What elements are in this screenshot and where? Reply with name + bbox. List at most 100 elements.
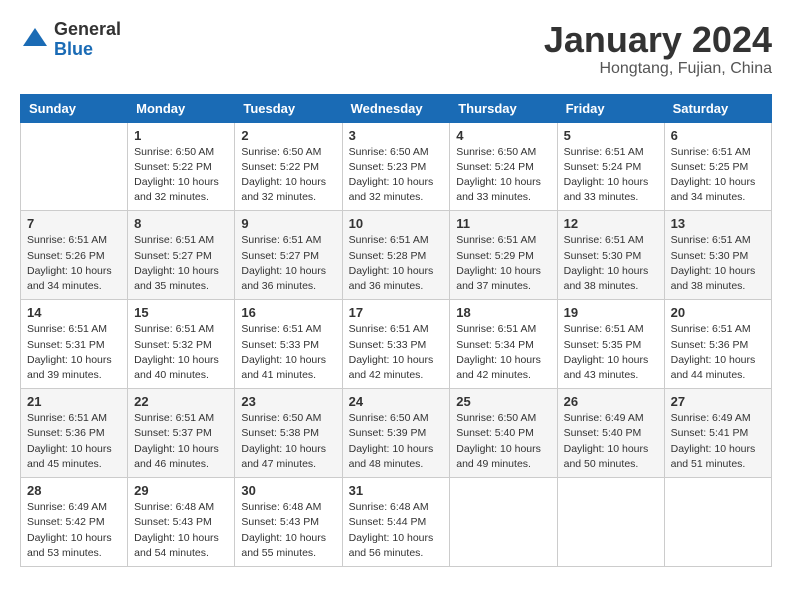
calendar-cell: 26 Sunrise: 6:49 AM Sunset: 5:40 PM Dayli… [557, 389, 664, 478]
day-info: Sunrise: 6:51 AM Sunset: 5:33 PM Dayligh… [241, 322, 335, 383]
day-number: 28 [27, 483, 121, 498]
day-number: 13 [671, 216, 765, 231]
calendar-cell: 15Sunrise: 6:51 AM Sunset: 5:32 PM Dayli… [128, 300, 235, 389]
calendar-cell: 31 Sunrise: 6:48 AM Sunset: 5:44 PM Dayli… [342, 478, 450, 567]
calendar-cell: 22 Sunrise: 6:51 AM Sunset: 5:37 PM Dayli… [128, 389, 235, 478]
calendar-cell: 8 Sunrise: 6:51 AM Sunset: 5:27 PM Daylig… [128, 211, 235, 300]
day-number: 25 [456, 394, 550, 409]
day-number: 26 [564, 394, 658, 409]
day-info: Sunrise: 6:51 AM Sunset: 5:36 PM Dayligh… [671, 322, 765, 383]
calendar-cell [450, 478, 557, 567]
day-number: 14 [27, 305, 121, 320]
calendar-cell: 1 Sunrise: 6:50 AM Sunset: 5:22 PM Daylig… [128, 122, 235, 211]
day-number: 22 [134, 394, 228, 409]
calendar-cell: 19 Sunrise: 6:51 AM Sunset: 5:35 PM Dayli… [557, 300, 664, 389]
day-header-sunday: Sunday [21, 94, 128, 122]
day-header-friday: Friday [557, 94, 664, 122]
day-number: 2 [241, 128, 335, 143]
day-info: Sunrise: 6:48 AM Sunset: 5:44 PM Dayligh… [349, 500, 444, 561]
day-info: Sunrise: 6:51 AM Sunset: 5:35 PM Dayligh… [564, 322, 658, 383]
calendar-cell: 18Sunrise: 6:51 AM Sunset: 5:34 PM Dayli… [450, 300, 557, 389]
day-info: Sunrise: 6:50 AM Sunset: 5:39 PM Dayligh… [349, 411, 444, 472]
day-info: Sunrise: 6:50 AM Sunset: 5:24 PM Dayligh… [456, 145, 550, 206]
day-number: 31 [349, 483, 444, 498]
calendar-cell: 7 Sunrise: 6:51 AM Sunset: 5:26 PM Daylig… [21, 211, 128, 300]
calendar-cell: 20 Sunrise: 6:51 AM Sunset: 5:36 PM Dayli… [664, 300, 771, 389]
day-number: 20 [671, 305, 765, 320]
logo-blue-text: Blue [54, 40, 121, 60]
day-info: Sunrise: 6:51 AM Sunset: 5:27 PM Dayligh… [241, 233, 335, 294]
day-info: Sunrise: 6:51 AM Sunset: 5:30 PM Dayligh… [564, 233, 658, 294]
calendar-cell: 4 Sunrise: 6:50 AM Sunset: 5:24 PM Daylig… [450, 122, 557, 211]
month-title: January 2024 [544, 20, 772, 60]
calendar-cell: 10Sunrise: 6:51 AM Sunset: 5:28 PM Dayli… [342, 211, 450, 300]
day-info: Sunrise: 6:49 AM Sunset: 5:40 PM Dayligh… [564, 411, 658, 472]
week-row-4: 21 Sunrise: 6:51 AM Sunset: 5:36 PM Dayli… [21, 389, 772, 478]
calendar-cell: 16 Sunrise: 6:51 AM Sunset: 5:33 PM Dayli… [235, 300, 342, 389]
logo-general-text: General [54, 20, 121, 40]
day-header-thursday: Thursday [450, 94, 557, 122]
day-number: 19 [564, 305, 658, 320]
day-number: 5 [564, 128, 658, 143]
day-number: 7 [27, 216, 121, 231]
day-number: 9 [241, 216, 335, 231]
day-header-saturday: Saturday [664, 94, 771, 122]
calendar-table: SundayMondayTuesdayWednesdayThursdayFrid… [20, 94, 772, 567]
day-info: Sunrise: 6:49 AM Sunset: 5:42 PM Dayligh… [27, 500, 121, 561]
day-info: Sunrise: 6:51 AM Sunset: 5:24 PM Dayligh… [564, 145, 658, 206]
day-number: 30 [241, 483, 335, 498]
calendar-cell [664, 478, 771, 567]
day-header-monday: Monday [128, 94, 235, 122]
day-info: Sunrise: 6:51 AM Sunset: 5:25 PM Dayligh… [671, 145, 765, 206]
day-info: Sunrise: 6:48 AM Sunset: 5:43 PM Dayligh… [241, 500, 335, 561]
week-row-1: 1 Sunrise: 6:50 AM Sunset: 5:22 PM Daylig… [21, 122, 772, 211]
logo-icon [20, 25, 50, 55]
calendar-cell: 5 Sunrise: 6:51 AM Sunset: 5:24 PM Daylig… [557, 122, 664, 211]
day-header-tuesday: Tuesday [235, 94, 342, 122]
day-info: Sunrise: 6:50 AM Sunset: 5:40 PM Dayligh… [456, 411, 550, 472]
day-number: 6 [671, 128, 765, 143]
day-info: Sunrise: 6:51 AM Sunset: 5:32 PM Dayligh… [134, 322, 228, 383]
calendar-cell: 2Sunrise: 6:50 AM Sunset: 5:22 PM Daylig… [235, 122, 342, 211]
day-number: 1 [134, 128, 228, 143]
calendar-cell [21, 122, 128, 211]
day-number: 16 [241, 305, 335, 320]
calendar-cell: 17Sunrise: 6:51 AM Sunset: 5:33 PM Dayli… [342, 300, 450, 389]
week-row-3: 14 Sunrise: 6:51 AM Sunset: 5:31 PM Dayli… [21, 300, 772, 389]
calendar-cell: 27Sunrise: 6:49 AM Sunset: 5:41 PM Dayli… [664, 389, 771, 478]
day-info: Sunrise: 6:50 AM Sunset: 5:23 PM Dayligh… [349, 145, 444, 206]
day-info: Sunrise: 6:51 AM Sunset: 5:37 PM Dayligh… [134, 411, 228, 472]
calendar-cell: 14 Sunrise: 6:51 AM Sunset: 5:31 PM Dayli… [21, 300, 128, 389]
day-info: Sunrise: 6:50 AM Sunset: 5:22 PM Dayligh… [134, 145, 228, 206]
day-number: 27 [671, 394, 765, 409]
day-number: 4 [456, 128, 550, 143]
day-number: 12 [564, 216, 658, 231]
day-number: 21 [27, 394, 121, 409]
day-info: Sunrise: 6:51 AM Sunset: 5:34 PM Dayligh… [456, 322, 550, 383]
logo-text: General Blue [54, 20, 121, 60]
day-number: 3 [349, 128, 444, 143]
calendar-cell: 13 Sunrise: 6:51 AM Sunset: 5:30 PM Dayli… [664, 211, 771, 300]
day-number: 23 [241, 394, 335, 409]
calendar-cell: 9 Sunrise: 6:51 AM Sunset: 5:27 PM Daylig… [235, 211, 342, 300]
day-info: Sunrise: 6:50 AM Sunset: 5:38 PM Dayligh… [241, 411, 335, 472]
day-number: 8 [134, 216, 228, 231]
day-header-wednesday: Wednesday [342, 94, 450, 122]
day-info: Sunrise: 6:51 AM Sunset: 5:36 PM Dayligh… [27, 411, 121, 472]
day-info: Sunrise: 6:51 AM Sunset: 5:26 PM Dayligh… [27, 233, 121, 294]
day-number: 29 [134, 483, 228, 498]
calendar-cell: 30 Sunrise: 6:48 AM Sunset: 5:43 PM Dayli… [235, 478, 342, 567]
day-number: 24 [349, 394, 444, 409]
day-info: Sunrise: 6:51 AM Sunset: 5:27 PM Dayligh… [134, 233, 228, 294]
calendar-cell: 28 Sunrise: 6:49 AM Sunset: 5:42 PM Dayli… [21, 478, 128, 567]
day-number: 17 [349, 305, 444, 320]
day-info: Sunrise: 6:51 AM Sunset: 5:31 PM Dayligh… [27, 322, 121, 383]
page-header: General Blue January 2024 Hongtang, Fuji… [20, 20, 772, 78]
day-info: Sunrise: 6:48 AM Sunset: 5:43 PM Dayligh… [134, 500, 228, 561]
day-info: Sunrise: 6:51 AM Sunset: 5:30 PM Dayligh… [671, 233, 765, 294]
location: Hongtang, Fujian, China [544, 60, 772, 78]
week-row-5: 28 Sunrise: 6:49 AM Sunset: 5:42 PM Dayli… [21, 478, 772, 567]
calendar-cell: 3 Sunrise: 6:50 AM Sunset: 5:23 PM Daylig… [342, 122, 450, 211]
week-row-2: 7 Sunrise: 6:51 AM Sunset: 5:26 PM Daylig… [21, 211, 772, 300]
calendar-cell: 23 Sunrise: 6:50 AM Sunset: 5:38 PM Dayli… [235, 389, 342, 478]
